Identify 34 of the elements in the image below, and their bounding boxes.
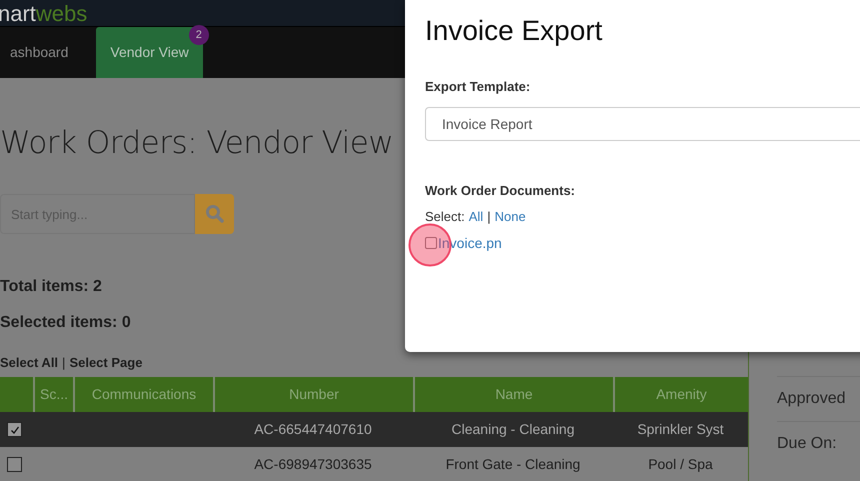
column-header[interactable]: Sc... bbox=[40, 384, 68, 405]
column-header[interactable]: Communications bbox=[92, 384, 196, 405]
field-label: Work Order Documents: bbox=[425, 183, 576, 199]
column-header[interactable]: Number bbox=[289, 384, 339, 405]
column-header[interactable]: Amenity bbox=[656, 384, 707, 405]
page-title: Work Orders: Vendor View bbox=[0, 124, 394, 162]
table-cell-text: AC-698947303635 bbox=[254, 455, 372, 474]
selected-items-text: Selected items: 0 bbox=[0, 313, 132, 333]
detail-label: Due On: bbox=[777, 434, 837, 454]
field-label: Export Template: bbox=[425, 79, 532, 95]
table-cell-text: AC-665447407610 bbox=[254, 420, 372, 439]
table-cell-text: Front Gate - Cleaning bbox=[446, 455, 580, 474]
modal-title: Invoice Export bbox=[425, 14, 604, 48]
total-items-text: Total items: 2 bbox=[0, 277, 103, 297]
select-page-link[interactable]: Select Page bbox=[69, 355, 142, 371]
select-none-link[interactable]: None bbox=[494, 209, 526, 225]
column-header[interactable]: Name bbox=[495, 384, 533, 405]
separator-text: | bbox=[487, 209, 491, 225]
row-checkbox[interactable] bbox=[7, 422, 22, 437]
table-cell-text: Sprinkler Syst bbox=[637, 420, 724, 439]
template-select[interactable]: Invoice Report bbox=[425, 107, 860, 141]
table-row[interactable]: AC-665447407610 Cleaning - Cleaning Sprinkler Syst bbox=[0, 412, 748, 447]
select-label: Select: bbox=[425, 209, 465, 225]
table-cell-text: Pool / Spa bbox=[648, 455, 713, 474]
table-cell-text: Cleaning - Cleaning bbox=[452, 420, 574, 439]
select-all-link[interactable]: All bbox=[468, 209, 484, 225]
select-all-link[interactable]: Select All bbox=[0, 355, 58, 371]
row-checkbox[interactable] bbox=[7, 457, 22, 472]
detail-label: Approved bbox=[777, 389, 846, 409]
search-icon bbox=[204, 204, 224, 224]
nav-tab[interactable]: ashboard bbox=[0, 27, 82, 78]
check-icon bbox=[10, 424, 20, 434]
separator-text: | bbox=[62, 355, 66, 371]
document-checkbox[interactable] bbox=[425, 237, 437, 249]
